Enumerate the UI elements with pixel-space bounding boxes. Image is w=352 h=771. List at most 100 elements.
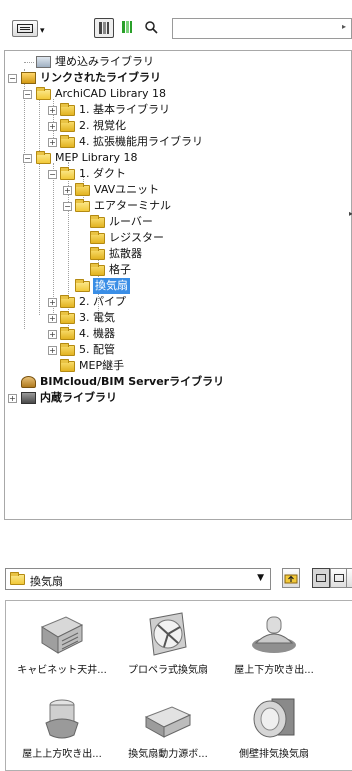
tree-item-extension-library[interactable]: + 4. 拡張機能用ライブラリ <box>5 134 345 150</box>
library-object-item[interactable]: キャビネット天井... <box>8 603 116 685</box>
tree-item-equipment[interactable]: + 4. 機器 <box>5 326 345 342</box>
large-icons-view-button[interactable] <box>312 568 330 588</box>
folder-open-icon <box>36 87 51 100</box>
tree-item-bimcloud-library[interactable]: BIMcloud/BIM Serverライブラリ <box>5 374 345 390</box>
linked-library-button[interactable] <box>118 18 138 38</box>
tree-item-label: 1. 基本ライブラリ <box>79 103 170 116</box>
tree-item-label: 拡散器 <box>109 247 142 260</box>
library-tree[interactable]: 埋め込みライブラリ − リンクされたライブラリ − ArchiCAD Libra… <box>4 50 352 520</box>
tree-item-vav-unit[interactable]: + VAVユニット <box>5 182 345 198</box>
tree-item-visualization[interactable]: + 2. 視覚化 <box>5 118 345 134</box>
collapse-toggle-icon[interactable]: − <box>48 170 57 179</box>
tree-item-louver[interactable]: ルーバー <box>5 214 345 230</box>
library-object-item[interactable]: 換気扇動力源ボ... <box>114 687 222 769</box>
panel-layout-dropdown-icon[interactable]: ▾ <box>40 26 45 36</box>
expand-toggle-icon[interactable]: + <box>48 298 57 307</box>
folder-open-icon <box>75 279 90 292</box>
tree-item-electrical[interactable]: + 3. 電気 <box>5 310 345 326</box>
tree-item-label: リンクされたライブラリ <box>40 71 161 84</box>
search-button[interactable] <box>142 18 162 38</box>
roof-downblast-fan-icon <box>252 616 296 653</box>
embedded-library-icon <box>36 56 51 68</box>
tree-item-ventilation-fan[interactable]: 換気扇 <box>5 278 345 294</box>
tree-item-label: レジスター <box>109 231 164 244</box>
folder-icon <box>90 215 105 228</box>
expand-toggle-icon[interactable]: + <box>63 186 72 195</box>
expand-toggle-icon[interactable]: + <box>48 106 57 115</box>
tree-item-piping[interactable]: + 5. 配管 <box>5 342 345 358</box>
tree-item-air-terminal[interactable]: − エアターミナル <box>5 198 345 214</box>
library-object-item[interactable]: プロペラ式換気扇 <box>114 603 222 685</box>
tree-item-label: ルーバー <box>109 215 153 228</box>
object-grid: キャビネット天井... プロペラ式換気扇 屋上下方吹き出... 屋上上方吹き出.… <box>5 600 352 771</box>
tree-item-label: 1. ダクト <box>79 167 126 180</box>
up-folder-button[interactable] <box>282 568 300 588</box>
tree-item-mep-fittings[interactable]: MEP継手 <box>5 358 345 374</box>
collapse-toggle-icon[interactable]: − <box>8 74 17 83</box>
linked-library-icon <box>122 21 132 33</box>
expand-toggle-icon[interactable]: + <box>48 138 57 147</box>
tree-item-grille[interactable]: 格子 <box>5 262 345 278</box>
library-manager-button[interactable] <box>94 18 114 38</box>
roof-upblast-fan-icon <box>45 699 79 739</box>
tree-item-label: 3. 電気 <box>79 311 115 324</box>
tree-item-register[interactable]: レジスター <box>5 230 345 246</box>
collapse-toggle-icon[interactable]: − <box>23 154 32 163</box>
folder-open-icon <box>60 167 75 180</box>
tree-item-pipe[interactable]: + 2. パイプ <box>5 294 345 310</box>
panel-layout-button[interactable] <box>12 20 38 37</box>
library-object-item[interactable]: 屋上上方吹き出... <box>8 687 116 769</box>
tree-item-duct[interactable]: − 1. ダクト <box>5 166 345 182</box>
library-manager-icon <box>99 22 109 34</box>
folder-open-icon <box>75 199 90 212</box>
library-browser: 換気扇 ▼ キャビネット天井... プロペラ式換気扇 屋上下方吹き出... 屋上… <box>0 556 352 771</box>
small-icons-icon <box>334 574 344 582</box>
folder-icon <box>60 311 75 324</box>
search-scroll-arrow-icon[interactable]: ▸ <box>342 22 346 31</box>
object-caption: 側壁排気換気扇 <box>239 749 309 760</box>
folder-open-icon <box>36 151 51 164</box>
folder-icon <box>90 247 105 260</box>
collapse-toggle-icon[interactable]: − <box>23 90 32 99</box>
sidewall-exhaust-fan-icon <box>253 698 295 738</box>
collapse-toggle-icon[interactable]: − <box>63 202 72 211</box>
tree-item-embedded-library[interactable]: 埋め込みライブラリ <box>5 54 345 70</box>
expand-toggle-icon[interactable]: + <box>8 394 17 403</box>
expand-toggle-icon[interactable]: + <box>48 330 57 339</box>
up-folder-icon <box>284 574 298 584</box>
tree-item-label: BIMcloud/BIM Serverライブラリ <box>40 375 225 388</box>
propeller-fan-icon <box>149 612 187 656</box>
search-input[interactable] <box>172 18 352 39</box>
folder-icon <box>60 359 75 372</box>
folder-icon <box>60 295 75 308</box>
tree-item-basic-library[interactable]: + 1. 基本ライブラリ <box>5 102 345 118</box>
current-folder-label: 換気扇 <box>30 575 63 588</box>
tree-item-label: 格子 <box>109 263 131 276</box>
list-view-button[interactable] <box>346 568 352 588</box>
search-icon <box>145 21 158 34</box>
tree-item-label: 5. 配管 <box>79 343 115 356</box>
expand-toggle-icon[interactable]: + <box>48 314 57 323</box>
panel-layout-icon <box>17 24 33 33</box>
folder-icon <box>60 135 75 148</box>
large-icons-icon <box>316 574 326 582</box>
object-caption: 屋上下方吹き出... <box>234 665 314 676</box>
current-folder-dropdown[interactable]: 換気扇 ▼ <box>5 568 271 590</box>
folder-open-icon <box>10 572 25 585</box>
expand-toggle-icon[interactable]: + <box>48 346 57 355</box>
tree-item-archicad-library[interactable]: − ArchiCAD Library 18 <box>5 86 345 102</box>
folder-icon <box>60 327 75 340</box>
tree-item-label: エアターミナル <box>94 199 171 212</box>
tree-item-label: 内蔵ライブラリ <box>40 391 117 404</box>
linked-library-icon <box>21 72 36 84</box>
expand-toggle-icon[interactable]: + <box>48 122 57 131</box>
folder-icon <box>60 103 75 116</box>
tree-item-diffuser[interactable]: 拡散器 <box>5 246 345 262</box>
tree-item-label: 4. 機器 <box>79 327 115 340</box>
tree-item-label-selected: 換気扇 <box>93 278 130 294</box>
tree-item-builtin-library[interactable]: + 内蔵ライブラリ <box>5 390 345 406</box>
tree-item-mep-library[interactable]: − MEP Library 18 <box>5 150 345 166</box>
library-object-item[interactable]: 屋上下方吹き出... <box>220 603 328 685</box>
tree-item-linked-libraries[interactable]: − リンクされたライブラリ <box>5 70 345 86</box>
library-object-item[interactable]: 側壁排気換気扇 <box>220 687 328 769</box>
